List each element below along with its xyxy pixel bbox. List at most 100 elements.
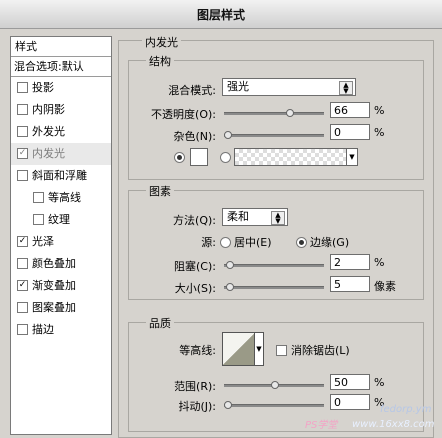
- style-item-label: 内发光: [32, 147, 65, 160]
- jitter-field[interactable]: 0: [330, 394, 370, 410]
- style-item[interactable]: 外发光: [11, 121, 111, 143]
- choke-slider[interactable]: [224, 261, 324, 269]
- gradient-dropdown-icon[interactable]: ▼: [346, 148, 358, 166]
- source-center-option[interactable]: 居中(E): [220, 234, 272, 250]
- antialias-checkbox[interactable]: [276, 344, 287, 356]
- title-bar: 图层样式: [0, 0, 442, 29]
- style-item-label: 外发光: [32, 125, 65, 138]
- style-item[interactable]: 图案叠加: [11, 297, 111, 319]
- style-item[interactable]: 颜色叠加: [11, 253, 111, 275]
- watermark-url: www.16xx8.com: [352, 419, 435, 430]
- checkbox-icon[interactable]: [17, 81, 28, 93]
- style-item[interactable]: 纹理: [11, 209, 111, 231]
- checkbox-icon[interactable]: [17, 103, 28, 115]
- style-item-label: 内阴影: [32, 103, 65, 116]
- inner-glow-title: 内发光: [142, 34, 181, 50]
- jitter-label: 抖动(J):: [178, 400, 216, 413]
- checked-checkbox-icon[interactable]: ✓: [17, 279, 28, 291]
- checked-checkbox-icon[interactable]: ✓: [17, 147, 28, 159]
- noise-unit: %: [374, 126, 385, 139]
- style-item-label: 颜色叠加: [32, 257, 76, 270]
- style-item[interactable]: 描边: [11, 319, 111, 341]
- jitter-slider-handle[interactable]: [224, 401, 232, 409]
- range-slider-handle[interactable]: [271, 381, 279, 389]
- blend-options-item[interactable]: 混合选项:默认: [11, 57, 111, 77]
- style-item-label: 纹理: [48, 213, 70, 226]
- opacity-slider[interactable]: [224, 109, 324, 117]
- color-radio[interactable]: [174, 152, 185, 163]
- opacity-unit: %: [374, 104, 385, 117]
- style-item[interactable]: 斜面和浮雕: [11, 165, 111, 187]
- source-edge-radio[interactable]: [296, 236, 307, 248]
- contour-dropdown-icon[interactable]: ▼: [254, 332, 264, 366]
- checkbox-icon[interactable]: [33, 213, 44, 225]
- checkbox-icon[interactable]: [17, 301, 28, 313]
- checkbox-icon[interactable]: [17, 257, 28, 269]
- opacity-field[interactable]: 66: [330, 102, 370, 118]
- noise-field[interactable]: 0: [330, 124, 370, 140]
- source-edge-option[interactable]: 边缘(G): [296, 234, 349, 250]
- size-unit: 像素: [374, 280, 396, 293]
- contour-preview[interactable]: [222, 332, 256, 366]
- checked-checkbox-icon[interactable]: ✓: [17, 235, 28, 247]
- blend-mode-value: 强光: [227, 80, 249, 93]
- styles-header[interactable]: 样式: [11, 37, 111, 57]
- structure-legend: 结构: [146, 53, 174, 69]
- checkbox-icon[interactable]: [33, 191, 44, 203]
- style-item-label: 描边: [32, 323, 54, 336]
- style-item-label: 渐变叠加: [32, 279, 76, 292]
- contour-label: 等高线:: [179, 344, 216, 357]
- source-edge-label: 边缘(G): [310, 236, 350, 249]
- quality-legend: 品质: [146, 315, 174, 331]
- choke-label: 阻塞(C):: [174, 260, 216, 273]
- settings-panel: 内发光 结构 混合模式: 强光 ▲ ▼ 不透明度(O): 66 % 杂色(N): …: [118, 34, 436, 438]
- size-field[interactable]: 5: [330, 276, 370, 292]
- range-label: 范围(R):: [174, 380, 216, 393]
- style-item[interactable]: ✓ 渐变叠加: [11, 275, 111, 297]
- size-label: 大小(S):: [174, 282, 216, 295]
- range-field[interactable]: 50: [330, 374, 370, 390]
- gradient-swatch[interactable]: [234, 148, 348, 166]
- antialias-option[interactable]: 消除锯齿(L): [276, 342, 350, 358]
- glow-color-swatch[interactable]: [190, 148, 208, 166]
- style-item[interactable]: 投影: [11, 77, 111, 99]
- method-label: 方法(Q):: [173, 214, 216, 227]
- updown-arrows-icon: ▲ ▼: [271, 211, 285, 225]
- range-unit: %: [374, 376, 385, 389]
- method-select[interactable]: 柔和 ▲ ▼: [222, 208, 288, 226]
- noise-slider-handle[interactable]: [224, 131, 232, 139]
- blend-mode-label: 混合模式:: [168, 84, 216, 97]
- jitter-slider[interactable]: [224, 401, 324, 409]
- choke-field[interactable]: 2: [330, 254, 370, 270]
- blend-mode-select[interactable]: 强光 ▲ ▼: [222, 78, 356, 96]
- updown-arrows-icon: ▲ ▼: [339, 81, 353, 95]
- style-item-label: 光泽: [32, 235, 54, 248]
- opacity-label: 不透明度(O):: [151, 108, 216, 121]
- elements-legend: 图素: [146, 183, 174, 199]
- window-title: 图层样式: [196, 8, 245, 22]
- style-item-label: 投影: [32, 81, 54, 94]
- style-item[interactable]: 等高线: [11, 187, 111, 209]
- size-slider-handle[interactable]: [225, 283, 234, 291]
- checkbox-icon[interactable]: [17, 323, 28, 335]
- noise-slider[interactable]: [224, 131, 324, 139]
- style-item[interactable]: ✓ 光泽: [11, 231, 111, 253]
- choke-unit: %: [374, 256, 385, 269]
- watermark-small: fedorp.ym: [380, 404, 432, 415]
- choke-slider-handle[interactable]: [225, 261, 234, 269]
- checkbox-icon[interactable]: [17, 169, 28, 181]
- watermark-ps: PS学堂: [305, 420, 338, 431]
- source-center-radio[interactable]: [220, 236, 231, 248]
- source-label: 源:: [201, 236, 216, 249]
- style-item[interactable]: ✓ 内发光: [11, 143, 111, 165]
- range-slider[interactable]: [224, 381, 324, 389]
- method-value: 柔和: [227, 210, 249, 223]
- opacity-slider-handle[interactable]: [286, 109, 295, 117]
- checkbox-icon[interactable]: [17, 125, 28, 137]
- gradient-radio[interactable]: [220, 152, 231, 163]
- size-slider[interactable]: [224, 283, 324, 291]
- styles-sidebar: 样式 混合选项:默认 投影内阴影外发光 ✓ 内发光斜面和浮雕 等高线纹理 ✓ 光泽颜色叠加…: [10, 36, 112, 435]
- style-item[interactable]: 内阴影: [11, 99, 111, 121]
- antialias-label: 消除锯齿(L): [291, 344, 350, 357]
- style-list: 投影内阴影外发光 ✓ 内发光斜面和浮雕 等高线纹理 ✓ 光泽颜色叠加 ✓ 渐变叠加图案叠加描边: [11, 77, 111, 341]
